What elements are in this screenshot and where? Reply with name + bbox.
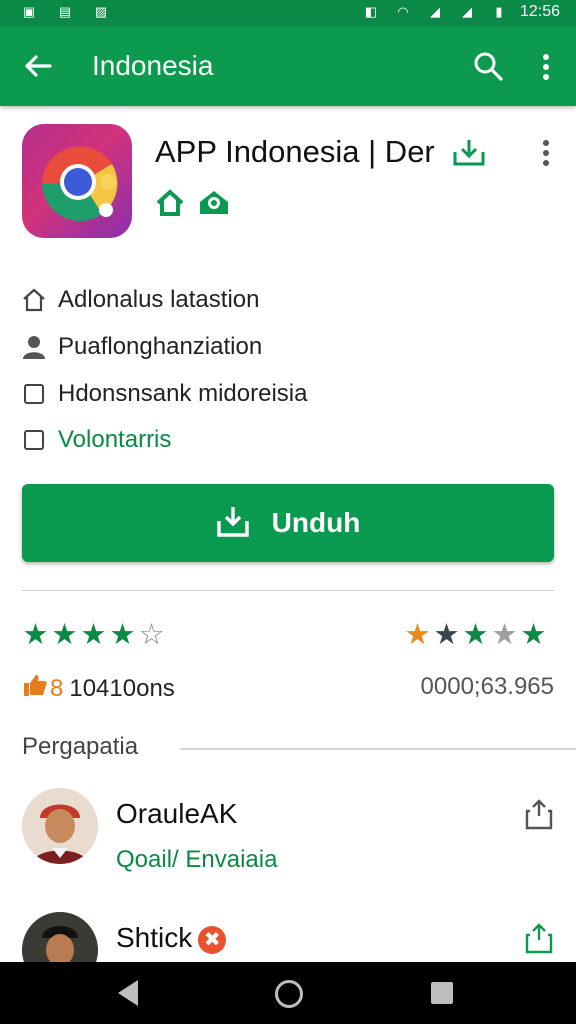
close-badge-icon: ✖ (198, 925, 227, 954)
arrow-left-icon[interactable] (20, 48, 56, 84)
rating-stars-left: ★ ★ ★ ★ ☆ (22, 620, 165, 650)
review-author: OrauleAK (116, 798, 238, 829)
more-vert-icon[interactable] (536, 136, 556, 170)
person-icon (20, 333, 48, 361)
nav-back-icon[interactable] (118, 980, 138, 1006)
star-icon: ★ (433, 619, 460, 651)
info-text: Adlonalus latastion (58, 286, 260, 313)
avatar (22, 788, 98, 864)
info-row[interactable]: Hdonsnsank midoreisia (20, 377, 307, 411)
nav-recents-icon[interactable] (431, 982, 453, 1004)
share-icon[interactable] (524, 798, 554, 830)
divider (180, 748, 576, 750)
search-icon[interactable] (470, 48, 506, 84)
download-icon (216, 504, 250, 543)
vibrate-icon: ◧ (364, 4, 378, 19)
info-text: Volontarris (58, 426, 172, 453)
status-bar: ▣ ▤ ▨ ◧ ◠ ◢ ◢ ▮ 12:56 (0, 0, 576, 26)
thumbs-up-icon (22, 673, 48, 704)
app-logo (22, 124, 132, 238)
star-icon: ★ (80, 619, 107, 651)
review-subtitle: Qoail/ Envaiaia (116, 846, 278, 873)
star-icon: ★ (491, 619, 518, 651)
app-badges (154, 188, 230, 218)
checkbox-icon[interactable] (24, 384, 44, 404)
app-bar: Indonesia (0, 26, 576, 106)
status-time: 12:56 (519, 3, 560, 20)
install-button[interactable]: Unduh (22, 484, 554, 562)
signal-icon: ◢ (461, 4, 472, 19)
eye-badge-icon (198, 188, 230, 218)
info-row: Adlonalus latastion (20, 283, 259, 317)
battery-icon: ▮ (495, 4, 503, 19)
review-author: Shtick ✖ (116, 922, 227, 954)
rating-count-left: 8 10410ons (22, 673, 175, 704)
install-button-label: Unduh (271, 507, 361, 538)
home-badge-icon (154, 188, 186, 218)
star-icon: ★ (520, 619, 547, 651)
info-row: Puaflonghanziation (20, 330, 262, 364)
app-notification-icon: ▣ (22, 4, 36, 19)
divider (22, 590, 554, 591)
star-icon: ★ (22, 619, 49, 651)
page-title: Indonesia (92, 50, 214, 81)
info-text: Hdonsnsank midoreisia (58, 380, 308, 407)
star-half-icon: ★ (109, 619, 136, 651)
info-text: Puaflonghanziation (58, 333, 263, 360)
nav-home-icon[interactable] (275, 980, 303, 1008)
star-icon: ★ (51, 619, 78, 651)
rating-stars-right: ★ ★ ★ ★ ★ (404, 620, 547, 650)
section-title: Pergapatia (22, 733, 139, 760)
signal-icon: ◢ (429, 4, 440, 19)
info-row[interactable]: Volontarris (20, 423, 171, 457)
checkbox-icon[interactable] (24, 430, 44, 450)
star-outline-icon: ☆ (138, 619, 165, 651)
chart-icon: ▤ (58, 4, 72, 19)
image-icon: ▨ (94, 4, 108, 19)
share-icon[interactable] (524, 922, 554, 954)
download-icon[interactable] (452, 138, 486, 166)
review-item[interactable]: OrauleAK Qoail/ Envaiaia (0, 788, 576, 898)
home-outline-icon (20, 286, 48, 314)
system-nav-bar (0, 962, 576, 1024)
more-vert-icon[interactable] (536, 48, 556, 84)
app-title: APP Indonesia | Der (155, 134, 435, 169)
wifi-icon: ◠ (397, 4, 409, 19)
star-icon: ★ (462, 619, 489, 651)
star-icon: ★ (404, 619, 431, 651)
rating-count-right: 0000;63.965 (420, 673, 554, 700)
